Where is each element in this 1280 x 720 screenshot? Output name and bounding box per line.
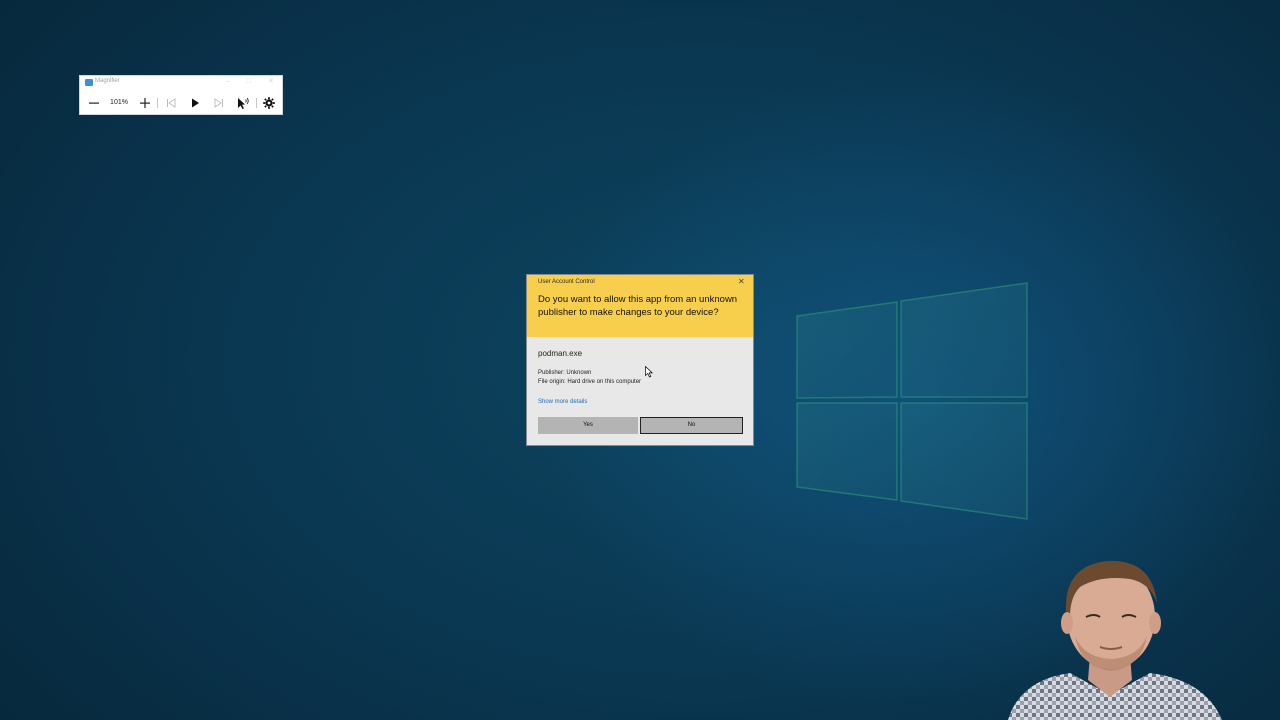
skip-next-icon: [214, 98, 223, 108]
minimize-icon[interactable]: –: [226, 78, 230, 86]
maximize-icon[interactable]: □: [246, 78, 250, 86]
settings-button[interactable]: [261, 94, 277, 112]
yes-button[interactable]: Yes: [538, 417, 638, 434]
magnifier-title: Magnifier: [95, 78, 120, 84]
close-icon[interactable]: ✕: [738, 278, 745, 286]
play-icon: [192, 98, 199, 108]
plus-icon: [140, 98, 150, 108]
publisher-label: Publisher: Unknown: [538, 370, 592, 376]
zoom-level: 101%: [110, 99, 128, 106]
webcam-presenter: [1008, 560, 1222, 720]
read-from-here-icon: [238, 97, 249, 109]
gear-icon: [263, 97, 275, 109]
uac-question: Do you want to allow this app from an un…: [538, 294, 738, 318]
magnifier-toolbar: 101%: [80, 94, 282, 112]
close-icon[interactable]: ✕: [268, 78, 274, 86]
read-from-here-button[interactable]: [235, 94, 251, 112]
magnifier-app-icon: [85, 79, 93, 86]
app-name: podman.exe: [538, 349, 583, 358]
uac-title: User Account Control: [538, 279, 595, 285]
minus-icon: [89, 102, 99, 104]
uac-header: User Account Control ✕ Do you want to al…: [527, 275, 753, 337]
file-origin-label: File origin: Hard drive on this computer: [538, 379, 642, 385]
skip-previous-icon: [167, 98, 176, 108]
no-button[interactable]: No: [640, 417, 743, 434]
desktop-background: Magnifier – □ ✕ 101% User Account Contro…: [0, 0, 1280, 720]
show-more-details-link[interactable]: Show more details: [538, 399, 587, 405]
uac-dialog: User Account Control ✕ Do you want to al…: [526, 274, 754, 446]
next-button[interactable]: [212, 94, 226, 112]
windows-logo-wallpaper: [796, 282, 1028, 520]
zoom-in-button[interactable]: [137, 94, 153, 112]
magnifier-titlebar[interactable]: Magnifier – □ ✕: [80, 76, 282, 90]
previous-button[interactable]: [164, 94, 178, 112]
play-button[interactable]: [188, 94, 202, 112]
zoom-out-button[interactable]: [86, 94, 102, 112]
magnifier-window: Magnifier – □ ✕ 101%: [79, 75, 283, 115]
toolbar-divider: [157, 98, 158, 108]
mouse-cursor-icon: [645, 366, 653, 378]
toolbar-divider: [256, 98, 257, 108]
